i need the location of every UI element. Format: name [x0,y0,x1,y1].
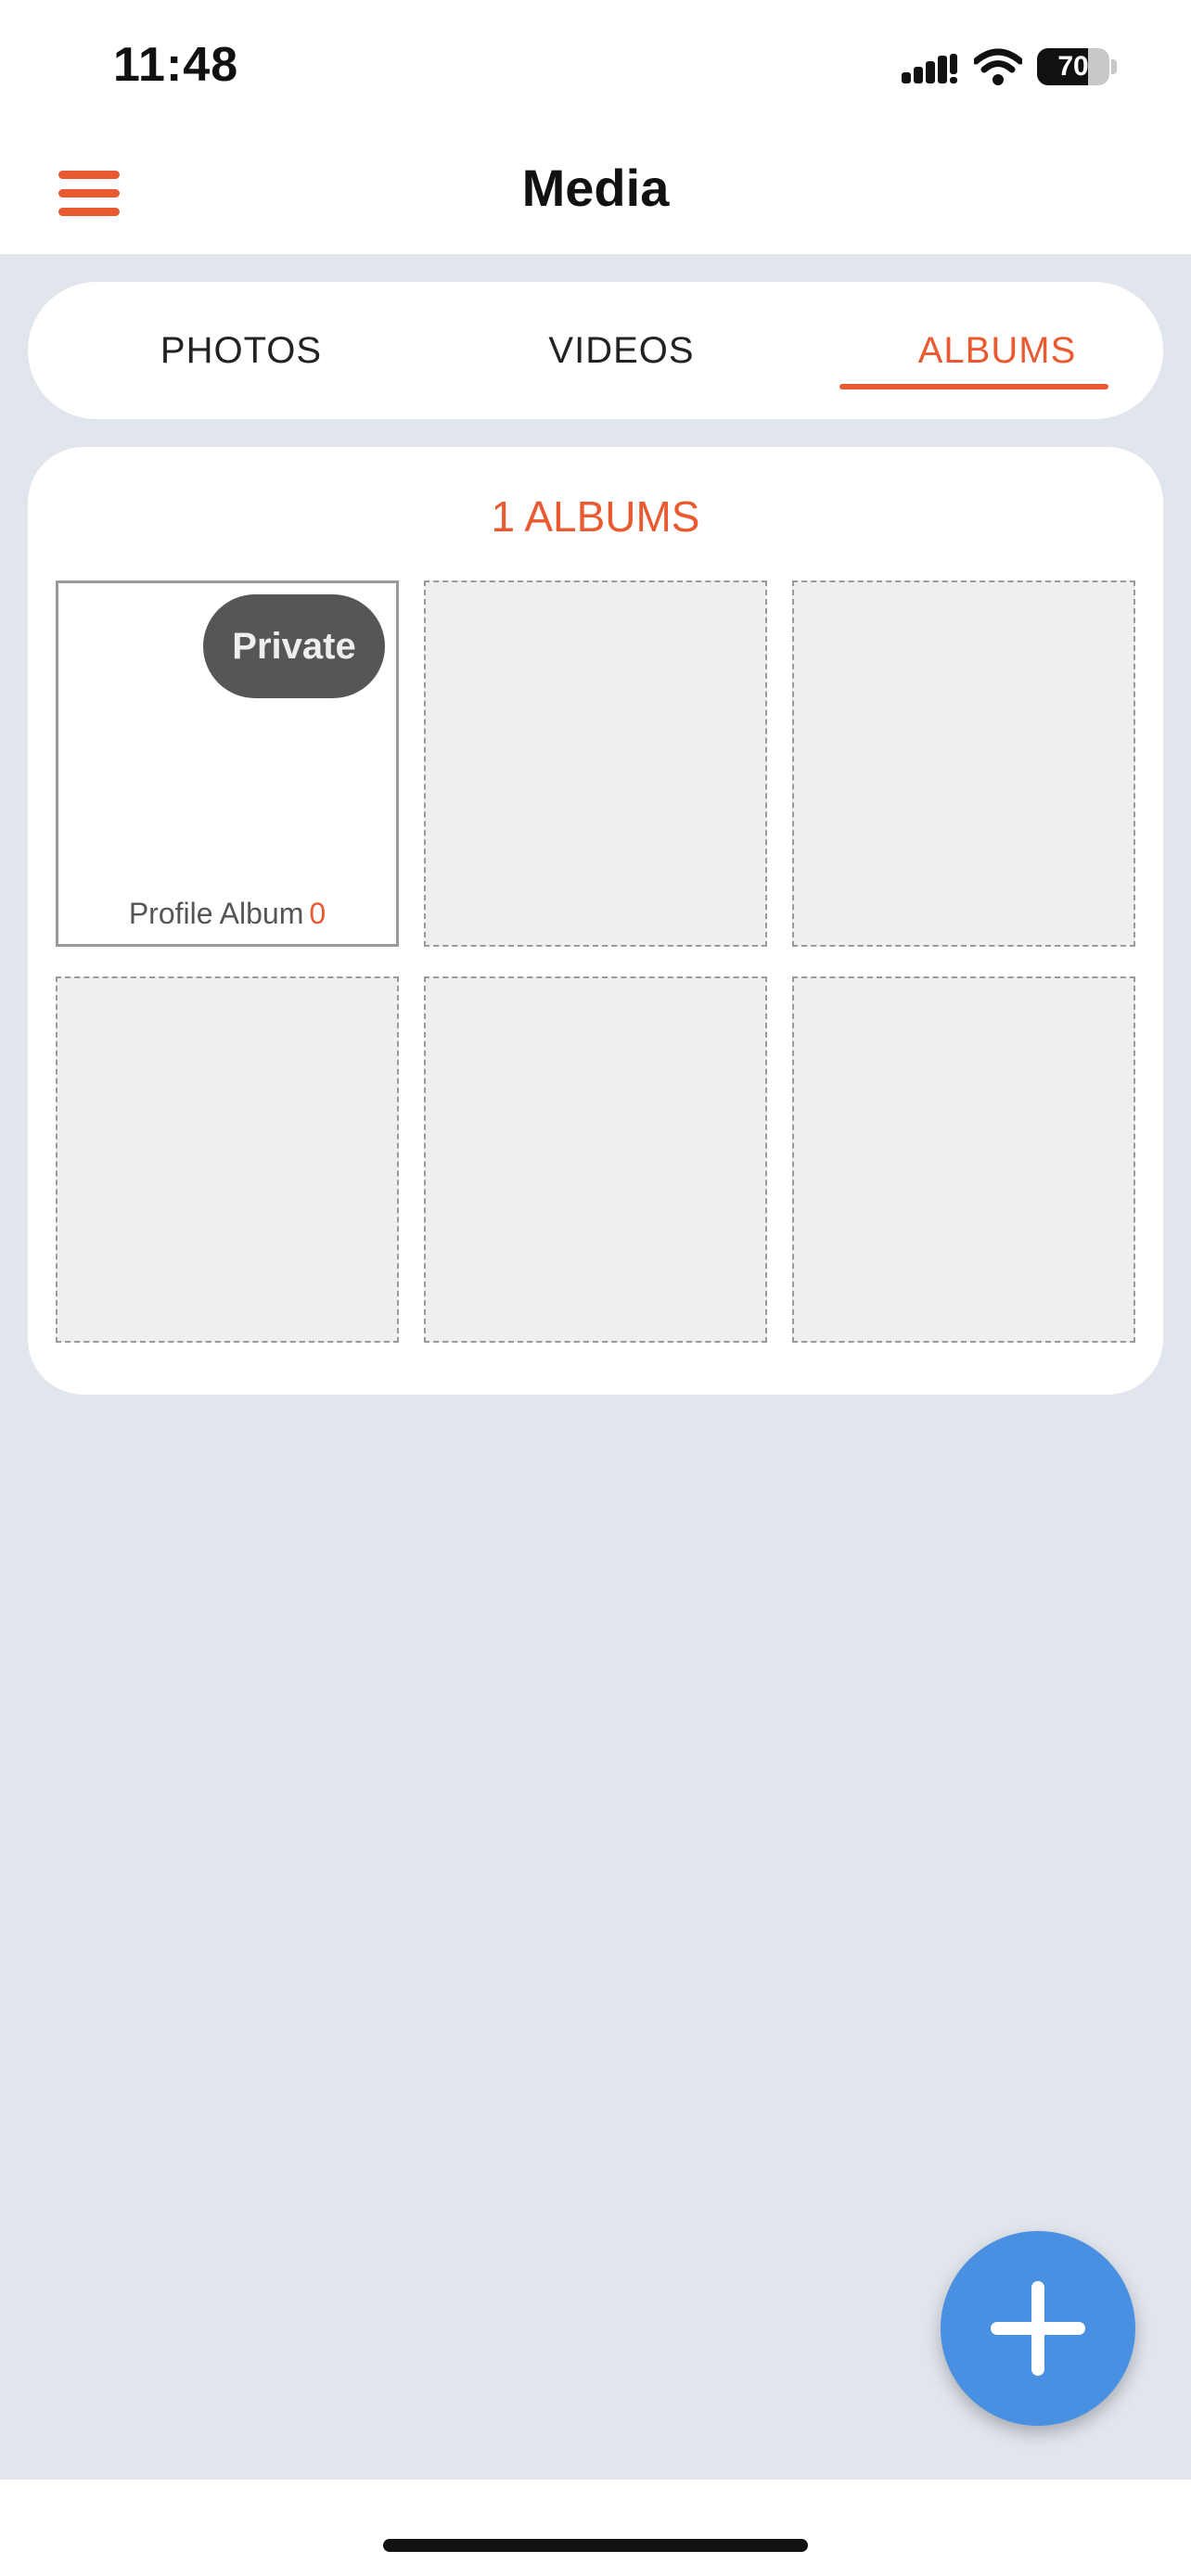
status-time: 11:48 [113,38,239,92]
albums-count: 1 ALBUMS [491,492,700,541]
home-indicator[interactable] [383,2539,808,2552]
tab-videos[interactable]: VIDEOS [464,282,779,419]
page-title: Media [521,159,670,217]
active-tab-indicator [839,384,1108,389]
media-tabs: PHOTOS VIDEOS ALBUMS [28,282,1163,419]
tab-photos[interactable]: PHOTOS [83,282,399,419]
tab-albums[interactable]: ALBUMS [839,282,1155,419]
empty-album-slot [56,976,399,1343]
private-badge: Private [203,594,385,698]
empty-album-slot [792,976,1135,1343]
battery-cap [1111,59,1117,74]
album-item-count: 0 [309,897,327,930]
battery-level: 70 [1057,51,1089,82]
empty-album-slot [424,976,767,1343]
bottom-bar [0,2480,1191,2576]
albums-panel: 1 ALBUMS Private Profile Album 0 [28,447,1163,1395]
empty-album-slot [424,580,767,947]
status-bar: 11:48 70 [0,0,1191,139]
album-name: Profile Album [128,897,304,930]
empty-album-slot [792,580,1135,947]
battery-icon: 70 [1037,48,1117,85]
plus-icon [991,2281,1085,2376]
add-album-button[interactable] [941,2231,1135,2426]
media-screen: 11:48 70 Media PHOTOS VIDEOS ALBUMS 1 AL… [0,0,1191,2576]
album-tile-profile[interactable]: Private Profile Album 0 [56,580,399,947]
album-label: Profile Album 0 [58,897,396,931]
wifi-icon [974,48,1022,85]
signal-icon [902,54,957,83]
battery-body: 70 [1037,48,1109,85]
header: Media [0,139,1191,254]
